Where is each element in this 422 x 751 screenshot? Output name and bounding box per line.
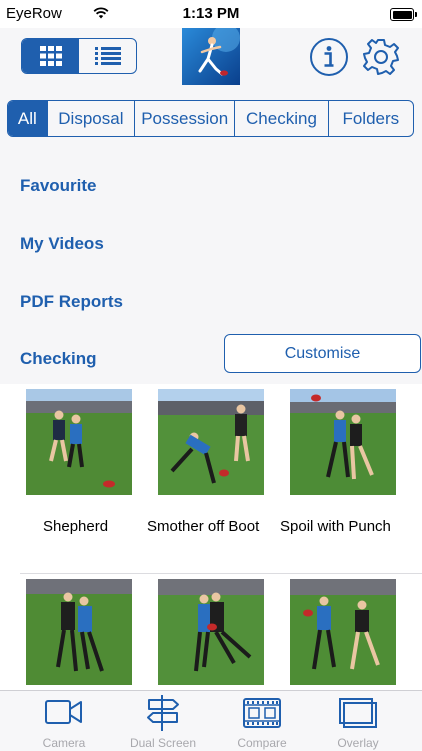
row-divider <box>20 573 422 574</box>
tab-all[interactable]: All <box>8 101 47 136</box>
info-icon <box>310 38 348 76</box>
video-thumbnail[interactable] <box>26 579 132 685</box>
status-bar: EyeRow 1:13 PM <box>0 0 422 28</box>
video-caption: Smother off Boot <box>147 518 260 535</box>
tab-disposal[interactable]: Disposal <box>46 101 134 136</box>
tab-camera-label: Camera <box>42 736 86 750</box>
settings-button[interactable] <box>361 37 401 82</box>
tab-camera[interactable]: Camera <box>14 691 114 751</box>
video-thumbnail[interactable] <box>158 579 264 685</box>
list-icon <box>94 47 121 65</box>
tab-compare[interactable]: Compare <box>212 691 312 751</box>
view-toggle <box>21 38 137 74</box>
list-view-button[interactable] <box>79 39 136 73</box>
section-title: Checking <box>20 349 97 368</box>
tab-dual-screen-label: Dual Screen <box>129 736 197 750</box>
tab-checking[interactable]: Checking <box>234 101 327 136</box>
tab-overlay[interactable]: Overlay <box>308 691 408 751</box>
app-logo <box>182 28 240 85</box>
video-caption: Spoil with Punch <box>280 518 391 535</box>
video-thumbnail[interactable] <box>290 389 396 495</box>
tab-dual-screen[interactable]: Dual Screen <box>113 691 213 751</box>
library-menu: Favourite My Videos PDF Reports Checking… <box>0 142 422 384</box>
clock: 1:13 PM <box>182 5 240 22</box>
video-thumbnail[interactable] <box>158 389 264 495</box>
video-thumbnail[interactable] <box>290 579 396 685</box>
filter-bar: All Disposal Possession Checking Folders <box>0 90 422 142</box>
header-bar <box>0 28 422 90</box>
tab-compare-label: Compare <box>237 736 287 750</box>
gear-icon <box>363 39 399 75</box>
signpost-icon <box>147 695 179 731</box>
video-caption: Shepherd <box>43 518 109 535</box>
my-videos-link[interactable]: My Videos <box>20 234 104 254</box>
overlay-icon <box>339 698 377 728</box>
video-camera-icon <box>45 700 82 724</box>
video-thumbnail[interactable] <box>26 389 132 495</box>
tab-overlay-label: Overlay <box>337 736 379 750</box>
tab-folders[interactable]: Folders <box>327 101 413 136</box>
customise-button[interactable]: Customise <box>224 334 421 373</box>
filter-tabs: All Disposal Possession Checking Folders <box>7 100 414 137</box>
favourite-link[interactable]: Favourite <box>20 176 97 196</box>
grid-icon <box>39 46 62 66</box>
info-button[interactable] <box>309 37 349 82</box>
battery-icon <box>390 8 417 21</box>
bottom-tab-bar: Camera Dual Screen Compare Overlay <box>0 690 422 751</box>
pdf-reports-link[interactable]: PDF Reports <box>20 292 123 312</box>
grid-view-button[interactable] <box>22 39 79 73</box>
tab-possession[interactable]: Possession <box>134 101 234 136</box>
film-strip-icon <box>243 698 281 728</box>
